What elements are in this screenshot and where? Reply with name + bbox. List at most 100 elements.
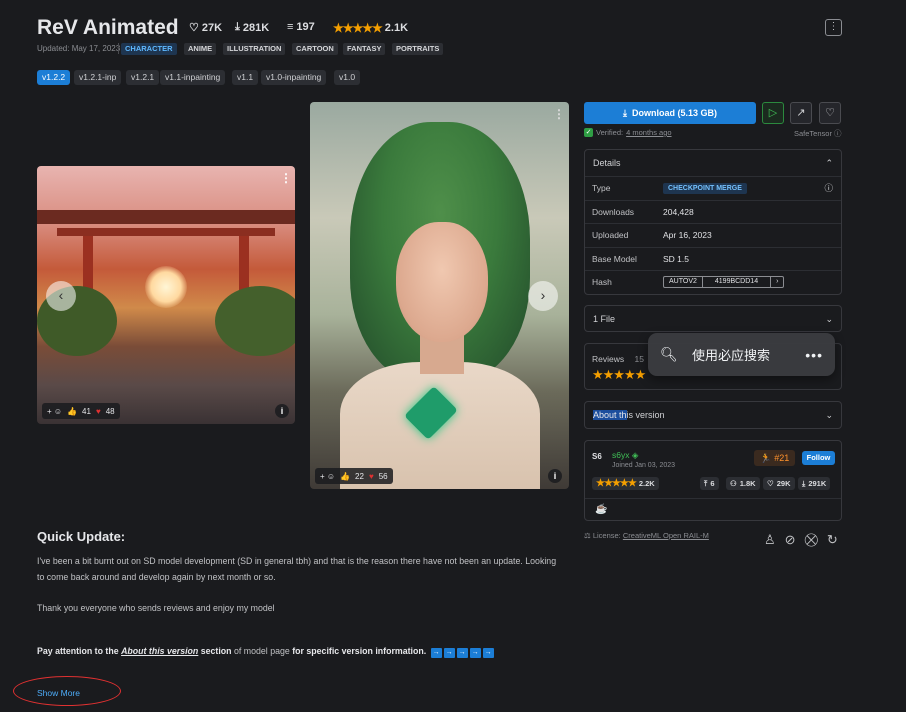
detail-row-base-model: Base Model SD 1.5 [585, 246, 841, 271]
rating-stars-icon: ★★★★★ [596, 478, 637, 489]
version-tab-v1-0[interactable]: v1.0 [334, 70, 361, 85]
updated-date: Updated: May 17, 2023 [37, 44, 121, 53]
verified-icon: ◈ [631, 450, 639, 460]
tag-cartoon[interactable]: CARTOON [292, 43, 338, 55]
thumbs-up-icon[interactable]: 👍 [340, 472, 350, 481]
detail-row-uploaded: Uploaded Apr 16, 2023 [585, 223, 841, 247]
download-icon: ⤓ [235, 21, 240, 33]
comments-stat: ≡ 197 [287, 21, 315, 33]
detail-row-hash: Hash AUTOV2 4199BCDD14 › [585, 270, 841, 294]
torii-beam [57, 228, 275, 236]
upload-icon: ⤒ [704, 478, 708, 488]
creator-name[interactable]: s6yx ◈ [612, 450, 638, 461]
annotation-circle [13, 676, 121, 706]
users-icon: ⚇ [730, 479, 737, 488]
share-button[interactable]: ↗ [790, 102, 812, 124]
tag-portraits[interactable]: PORTRAITS [392, 43, 444, 55]
license-permissions: ♙ ⊘ ⛒ ↻ [764, 532, 838, 548]
details-panel: Details ⌃ Type CHECKPOINT MERGE ⓘ Downlo… [584, 149, 842, 295]
license-info: ⚖ License: CreativeML Open RAIL-M [584, 531, 709, 540]
tag-character[interactable]: CHARACTER [121, 43, 177, 55]
version-tab-v1-2-2[interactable]: v1.2.2 [37, 70, 71, 85]
heart-icon[interactable]: ♥ [369, 472, 374, 481]
follow-button[interactable]: Follow [802, 451, 835, 465]
chevron-down-icon: ⌄ [825, 409, 833, 420]
bing-search-popup[interactable]: 🔍︎ 使用必应搜索 ••• [648, 333, 835, 376]
favorite-button[interactable]: ♡ [819, 102, 841, 124]
image-menu-icon[interactable]: ⋮ [280, 171, 292, 185]
bush [215, 286, 295, 356]
download-button[interactable]: ⤓ Download (5.13 GB) [584, 102, 756, 124]
tag-illustration[interactable]: ILLUSTRATION [223, 43, 286, 55]
tag-fantasy[interactable]: FANTASY [343, 43, 386, 55]
creator-downloads: ⤓ 291K [798, 477, 831, 490]
bing-search-label[interactable]: 使用必应搜索 [692, 345, 805, 364]
arrow-right-icon: → [443, 648, 455, 658]
add-reaction-icon[interactable]: + ☺ [47, 407, 62, 416]
likes-stat: ♡ 27K [189, 21, 223, 35]
chevron-up-icon: ⌃ [825, 157, 833, 168]
file-format: SafeTensor ⓘ [794, 129, 842, 138]
creator-joined: Joined Jan 03, 2023 [612, 462, 676, 469]
coffee-icon[interactable]: ☕ [595, 504, 607, 515]
gallery-prev-button[interactable]: ‹ [46, 281, 76, 311]
image-info-icon[interactable]: i [275, 404, 289, 418]
tag-anime[interactable]: ANIME [184, 43, 217, 55]
arrow-right-icon: → [482, 648, 494, 658]
hash-selector[interactable]: AUTOV2 4199BCDD14 › [663, 276, 785, 289]
no-sell-icon[interactable]: ⊘ [785, 532, 796, 548]
info-icon[interactable]: ⓘ [824, 182, 833, 194]
files-panel[interactable]: 1 File ⌄ [584, 305, 842, 332]
detail-row-downloads: Downloads 204,428 [585, 199, 841, 224]
version-tab-v1-1-inpainting[interactable]: v1.1-inpainting [160, 70, 226, 85]
torii-roof [37, 210, 295, 224]
no-derivative-icon[interactable]: ↻ [827, 532, 838, 548]
divider [118, 43, 119, 54]
rating-stars-icon: ★★★★★ [592, 367, 646, 382]
image-menu-icon[interactable]: ⋮ [553, 107, 565, 121]
creator-followers: ⚇ 1.8K [726, 477, 760, 490]
run-button[interactable]: ▷ [762, 102, 784, 124]
add-reaction-icon[interactable]: + ☺ [320, 472, 335, 481]
heart-icon: ♡ [767, 479, 774, 488]
heart-icon: ♡ [189, 22, 199, 34]
sun-glow [145, 266, 187, 308]
thumbs-up-icon[interactable]: 👍 [67, 407, 77, 416]
model-title: ReV Animated [37, 16, 179, 39]
verified-status: ✓ Verified: 4 months ago [584, 128, 672, 137]
arrow-right-icon: → [469, 648, 481, 658]
more-menu-button[interactable]: ⋮ [825, 19, 842, 36]
downloads-stat: ⤓ 281K [235, 21, 270, 34]
version-tab-v1-0-inpainting[interactable]: v1.0-inpainting [261, 70, 327, 85]
details-header[interactable]: Details ⌃ [585, 150, 841, 176]
chevron-down-icon: ⌄ [825, 313, 833, 324]
share-icon: ↗ [796, 107, 806, 119]
person-credit-icon[interactable]: ♙ [764, 532, 776, 548]
image-reactions: + ☺ 👍 41 ♥ 48 [42, 403, 120, 419]
heart-icon: ♡ [825, 107, 835, 119]
creator-uploads: ⤒ 6 [700, 477, 719, 490]
version-tab-v1-2-1-inp[interactable]: v1.2.1-inp [74, 70, 122, 85]
arrow-right-icon: → [430, 648, 442, 658]
no-commercial-icon[interactable]: ⛒ [805, 532, 818, 548]
runner-icon: 🏃 [760, 452, 772, 463]
about-version-panel[interactable]: About this version ⌄ [584, 401, 842, 429]
download-icon: ⤓ [802, 478, 806, 488]
verified-time-link[interactable]: 4 months ago [626, 128, 671, 137]
rating-stat[interactable]: ★★★★★ 2.1K [333, 21, 408, 35]
download-icon: ⤓ [623, 107, 627, 118]
gallery-next-button[interactable]: › [528, 281, 558, 311]
info-icon[interactable]: ⓘ [834, 129, 842, 138]
version-tab-v1-2-1[interactable]: v1.2.1 [126, 70, 160, 85]
license-link[interactable]: CreativeML Open RAIL-M [623, 531, 709, 540]
popup-more-icon[interactable]: ••• [805, 347, 823, 363]
creator-avatar[interactable]: S6 [592, 452, 606, 466]
description-heading: Quick Update: [37, 529, 126, 544]
description-paragraph: Thank you everyone who sends reviews and… [37, 603, 275, 613]
heart-icon[interactable]: ♥ [96, 407, 101, 416]
version-tab-v1-1[interactable]: v1.1 [232, 70, 259, 85]
image-info-icon[interactable]: i [548, 469, 562, 483]
rating-stars-icon: ★★★★★ [333, 21, 383, 35]
chevron-right-icon[interactable]: › [770, 277, 783, 288]
about-version-link[interactable]: About this version [121, 646, 198, 656]
